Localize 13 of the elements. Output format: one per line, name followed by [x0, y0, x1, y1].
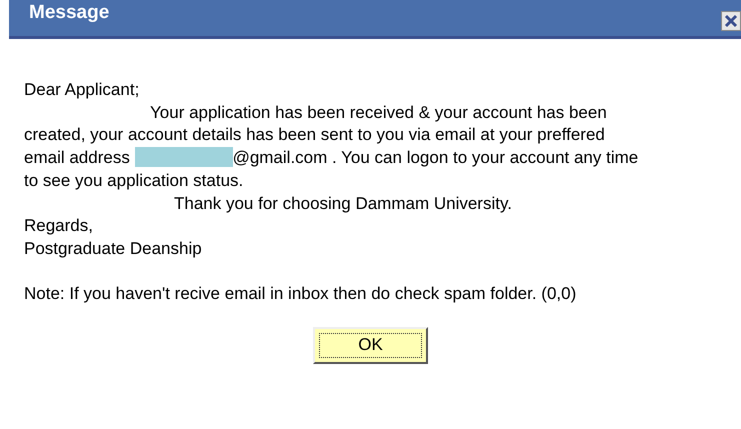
message-text: email address — [24, 148, 130, 168]
message-text: Thank you for choosing Dammam University. — [173, 194, 512, 213]
window-title: Message — [29, 3, 110, 22]
message-text: @gmail.com . You can logon to your account any time — [232, 148, 638, 168]
close-icon[interactable] — [721, 11, 741, 31]
message-text: created, your account details has been sent to you via email at your preffered — [24, 125, 605, 144]
greeting-text: Dear Applicant; — [24, 79, 140, 101]
message-text: to see you application status. — [24, 170, 244, 190]
note-text: Note: If you haven't recive email in inbox then do check spam folder. (0,0) — [24, 284, 576, 303]
message-text: Postgraduate Deanship — [24, 238, 202, 258]
ok-button[interactable]: OK — [313, 327, 428, 364]
message-text: Your application has been received & your account has been — [149, 102, 607, 122]
message-text: Regards, — [24, 216, 93, 236]
